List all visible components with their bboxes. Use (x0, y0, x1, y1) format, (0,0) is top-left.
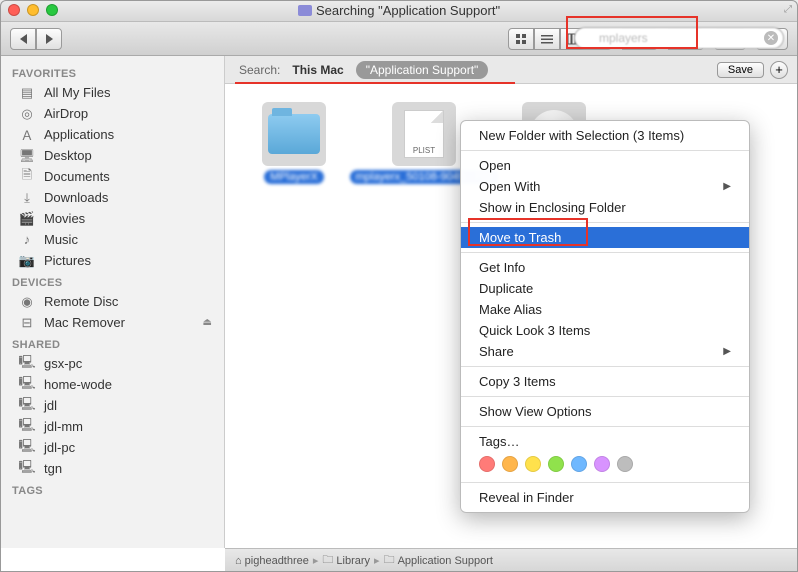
path-library[interactable]: 🗀Library (322, 551, 370, 570)
tag-color[interactable] (479, 456, 495, 472)
zoom-button[interactable] (46, 4, 58, 16)
pc-icon: 🖳 (18, 399, 36, 413)
add-criteria-button[interactable]: + (770, 61, 788, 79)
menu-show-enclosing[interactable]: Show in Enclosing Folder (461, 197, 749, 218)
chevron-right-icon: ▶ (723, 346, 731, 357)
devices-header: DEVICES (0, 271, 224, 291)
sidebar-item-all-my-files[interactable]: ▤All My Files (0, 82, 224, 103)
applications-icon: Ａ (18, 128, 36, 142)
file-label: MPlayerX (264, 170, 324, 184)
eject-icon[interactable]: ⏏ (203, 317, 212, 328)
save-search-button[interactable]: Save (717, 62, 764, 78)
menu-open-with[interactable]: Open With▶ (461, 176, 749, 197)
pc-icon: 🖳 (18, 441, 36, 455)
sidebar-item-downloads[interactable]: ⤓Downloads (0, 187, 224, 208)
documents-icon: 🗎 (18, 170, 36, 184)
menu-new-folder[interactable]: New Folder with Selection (3 Items) (461, 125, 749, 146)
sidebar-item-jdl-pc[interactable]: 🖳jdl-pc (0, 437, 224, 458)
sidebar-item-tgn[interactable]: 🖳tgn (0, 458, 224, 479)
sidebar-item-music[interactable]: ♪Music (0, 229, 224, 250)
result-plist[interactable]: PLIST mplayerx_50108-9049...758 (379, 102, 469, 184)
annotation-trash-highlight (468, 218, 588, 246)
menu-quick-look[interactable]: Quick Look 3 Items (461, 320, 749, 341)
sidebar-item-gsx-pc[interactable]: 🖳gsx-pc (0, 353, 224, 374)
tag-colors (461, 452, 749, 478)
context-menu: New Folder with Selection (3 Items) Open… (460, 120, 750, 513)
sidebar-item-movies[interactable]: 🎬Movies (0, 208, 224, 229)
airdrop-icon: ◎ (18, 107, 36, 121)
favorites-header: FAVORITES (0, 62, 224, 82)
list-view-button[interactable] (534, 28, 560, 50)
folder-icon (298, 5, 312, 16)
annotation-search-highlight (566, 16, 698, 49)
sidebar-item-remote-disc[interactable]: ◉Remote Disc (0, 291, 224, 312)
sidebar-item-pictures[interactable]: 📷Pictures (0, 250, 224, 271)
window-title: Searching "Application Support" (298, 3, 500, 18)
fullscreen-icon[interactable]: ⤢ (784, 4, 792, 15)
search-label: Search: (239, 63, 280, 77)
tag-color[interactable] (548, 456, 564, 472)
downloads-icon: ⤓ (18, 191, 36, 205)
tag-color[interactable] (571, 456, 587, 472)
path-home[interactable]: ⌂pigheadthree (235, 555, 309, 567)
icon-view-button[interactable] (508, 28, 534, 50)
sidebar: FAVORITES ▤All My Files ◎AirDrop ＡApplic… (0, 56, 225, 548)
sidebar-item-applications[interactable]: ＡApplications (0, 124, 224, 145)
movies-icon: 🎬 (18, 212, 36, 226)
folder-icon (268, 114, 320, 154)
tag-color[interactable] (594, 456, 610, 472)
menu-open[interactable]: Open (461, 155, 749, 176)
shared-header: SHARED (0, 333, 224, 353)
folder-icon: 🗀 (322, 551, 333, 570)
tag-color[interactable] (617, 456, 633, 472)
sidebar-item-mac-remover[interactable]: ⊟Mac Remover⏏ (0, 312, 224, 333)
minimize-button[interactable] (27, 4, 39, 16)
scope-folder[interactable]: "Application Support" (356, 61, 489, 79)
tag-color[interactable] (525, 456, 541, 472)
menu-tags[interactable]: Tags… (461, 431, 749, 452)
pc-icon: 🖳 (18, 420, 36, 434)
pc-icon: 🖳 (18, 357, 36, 371)
disk-icon: ⊟ (18, 316, 36, 330)
scope-this-mac[interactable]: This Mac (292, 63, 343, 77)
clear-search-button[interactable]: ✕ (764, 31, 778, 45)
all-files-icon: ▤ (18, 86, 36, 100)
forward-button[interactable] (36, 28, 62, 50)
back-button[interactable] (10, 28, 36, 50)
home-icon: ⌂ (235, 555, 242, 567)
nav-buttons (10, 28, 62, 50)
pc-icon: 🖳 (18, 462, 36, 476)
menu-duplicate[interactable]: Duplicate (461, 278, 749, 299)
desktop-icon: 🖥 (18, 149, 36, 163)
sidebar-item-documents[interactable]: 🗎Documents (0, 166, 224, 187)
plist-icon: PLIST (404, 110, 444, 158)
pictures-icon: 📷 (18, 254, 36, 268)
path-bar: ⌂pigheadthree ▸ 🗀Library ▸ 🗀Application … (225, 548, 798, 572)
menu-get-info[interactable]: Get Info (461, 257, 749, 278)
music-icon: ♪ (18, 233, 36, 247)
menu-view-options[interactable]: Show View Options (461, 401, 749, 422)
search-scope-bar: Search: This Mac "Application Support" S… (225, 56, 798, 84)
close-button[interactable] (8, 4, 20, 16)
sidebar-item-airdrop[interactable]: ◎AirDrop (0, 103, 224, 124)
sidebar-item-home-wode[interactable]: 🖳home-wode (0, 374, 224, 395)
sidebar-item-jdl-mm[interactable]: 🖳jdl-mm (0, 416, 224, 437)
tags-header: TAGS (0, 479, 224, 499)
window-title-text: Searching "Application Support" (316, 3, 500, 18)
menu-reveal-finder[interactable]: Reveal in Finder (461, 487, 749, 508)
sidebar-item-desktop[interactable]: 🖥Desktop (0, 145, 224, 166)
menu-share[interactable]: Share▶ (461, 341, 749, 362)
result-folder[interactable]: MPlayerX (249, 102, 339, 184)
tag-color[interactable] (502, 456, 518, 472)
disc-icon: ◉ (18, 295, 36, 309)
folder-icon: 🗀 (384, 551, 395, 570)
window-controls (8, 4, 58, 16)
menu-make-alias[interactable]: Make Alias (461, 299, 749, 320)
chevron-right-icon: ▶ (723, 181, 731, 192)
path-appsupport[interactable]: 🗀Application Support (384, 551, 493, 570)
pc-icon: 🖳 (18, 378, 36, 392)
sidebar-item-jdl[interactable]: 🖳jdl (0, 395, 224, 416)
menu-copy[interactable]: Copy 3 Items (461, 371, 749, 392)
